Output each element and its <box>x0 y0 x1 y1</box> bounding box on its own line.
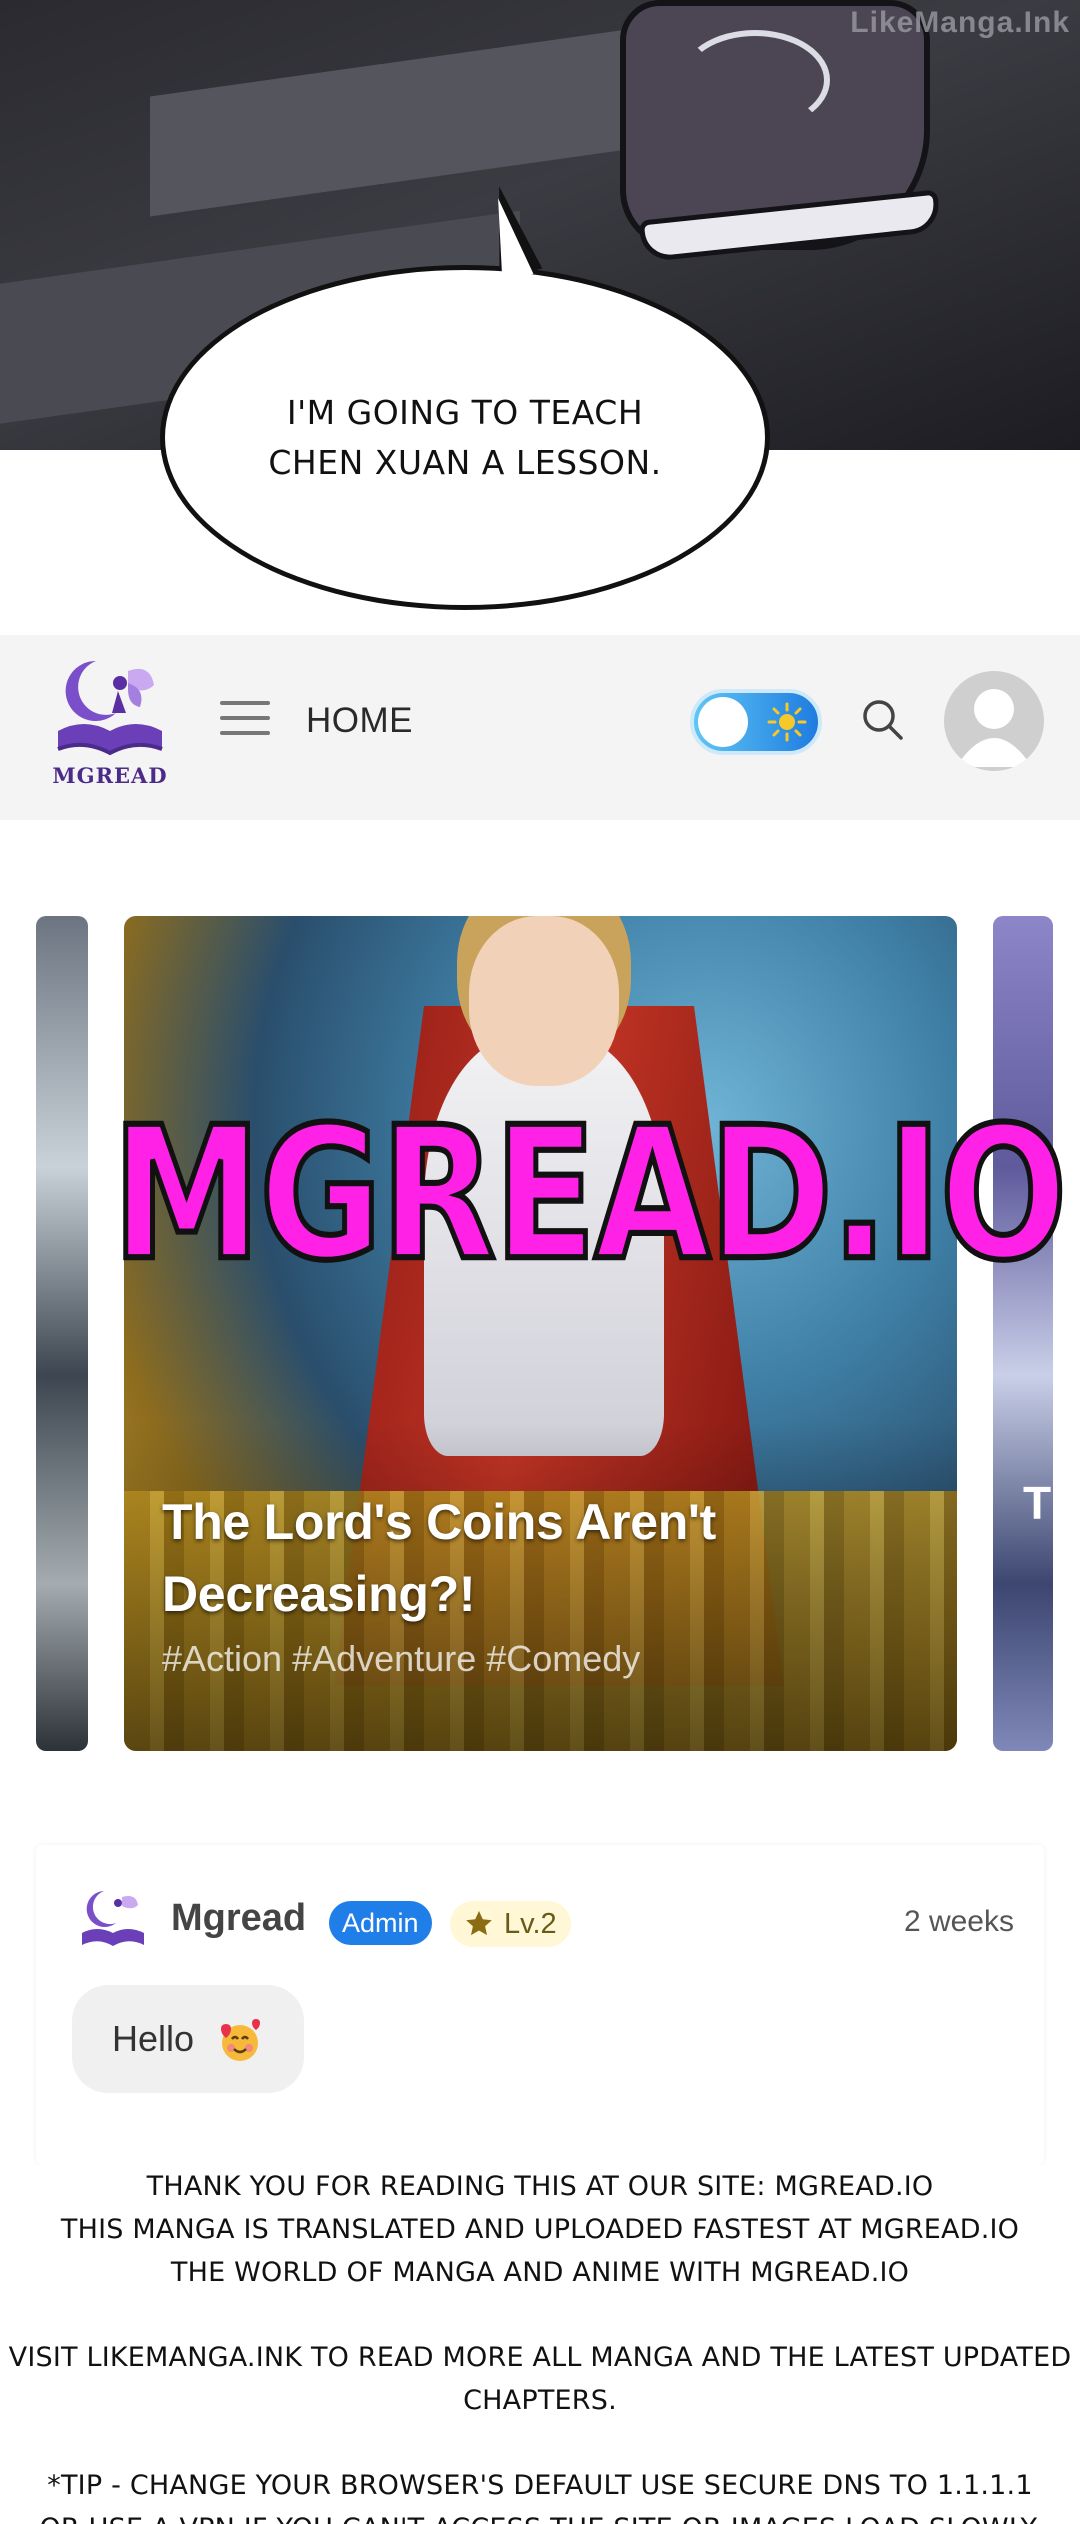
cover-art-character-head <box>469 916 619 1086</box>
featured-title-line: Decreasing?! <box>162 1566 476 1622</box>
notice-line: VISIT LIKEMANGA.INK TO READ MORE ALL MAN… <box>8 2342 1072 2416</box>
hamburger-menu-icon[interactable] <box>220 701 270 741</box>
star-icon <box>466 1911 492 1936</box>
comment-body: Hello <box>72 1985 305 2093</box>
brand-watermark-overlay: MGREAD.IO <box>110 1088 1070 1302</box>
site-header: MGREAD HOME <box>0 635 1080 820</box>
user-avatar-icon[interactable] <box>944 671 1044 771</box>
theme-toggle[interactable] <box>690 689 822 755</box>
speech-bubble: I'M GOING TO TEACH CHEN XUAN A LESSON. <box>160 265 770 610</box>
nav-home-link[interactable]: HOME <box>306 701 413 741</box>
user-silhouette-icon <box>956 689 1032 767</box>
user-level-text: Lv.2 <box>504 1908 557 1940</box>
comment-text: Hello <box>112 2018 195 2059</box>
sun-icon <box>767 702 807 742</box>
next-card-title-peek: T <box>1023 1477 1052 1529</box>
comic-sneaker-laces <box>680 30 830 130</box>
featured-carousel: The Lord's Coins Aren't Decreasing?! #Ac… <box>0 820 1080 1820</box>
notice-line: THANK YOU FOR READING THIS AT OUR SITE: … <box>146 2171 934 2202</box>
smiling-face-with-hearts-icon <box>221 2019 261 2062</box>
carousel-card-previous[interactable] <box>36 916 88 1751</box>
carousel-card-featured[interactable]: The Lord's Coins Aren't Decreasing?! #Ac… <box>124 916 957 1751</box>
comment-author-name[interactable]: Mgread <box>171 1897 306 1940</box>
notice-line: *TIP - CHANGE YOUR BROWSER'S DEFAULT USE… <box>47 2470 1033 2501</box>
site-logo[interactable]: MGREAD <box>40 653 180 803</box>
featured-title-line: The Lord's Coins Aren't <box>162 1494 716 1550</box>
commenter-avatar-icon[interactable] <box>76 1885 150 1959</box>
site-notice: THANK YOU FOR READING THIS AT OUR SITE: … <box>0 2165 1080 2524</box>
comic-background-shape <box>150 23 670 217</box>
featured-title[interactable]: The Lord's Coins Aren't Decreasing?! <box>162 1486 882 1630</box>
search-icon[interactable] <box>858 695 908 745</box>
logo-wordmark: MGREAD <box>52 763 168 788</box>
notice-line: OR USE A VPN IF YOU CAN'T ACCESS THE SIT… <box>0 2507 1080 2524</box>
featured-genre-tags: #Action #Adventure #Comedy <box>162 1638 641 1679</box>
notice-line: THIS MANGA IS TRANSLATED AND UPLOADED FA… <box>60 2214 1020 2245</box>
watermark-text: LikeManga.Ink <box>850 6 1070 39</box>
fairy-book-logo-icon <box>57 660 163 756</box>
comment-card: Mgread Admin Lv.2 2 weeks Hello <box>36 1845 1044 2165</box>
notice-line: THE WORLD OF MANGA AND ANIME WITH MGREAD… <box>170 2257 910 2288</box>
comment-timestamp: 2 weeks <box>903 1905 1014 1938</box>
admin-role-badge: Admin <box>329 1901 432 1945</box>
speech-text-line: CHEN XUAN A LESSON. <box>268 442 662 482</box>
user-level-badge: Lv.2 <box>450 1901 571 1947</box>
speech-text-line: I'M GOING TO TEACH <box>286 392 644 432</box>
toggle-knob <box>698 697 748 747</box>
carousel-card-next[interactable]: T <box>993 916 1053 1751</box>
